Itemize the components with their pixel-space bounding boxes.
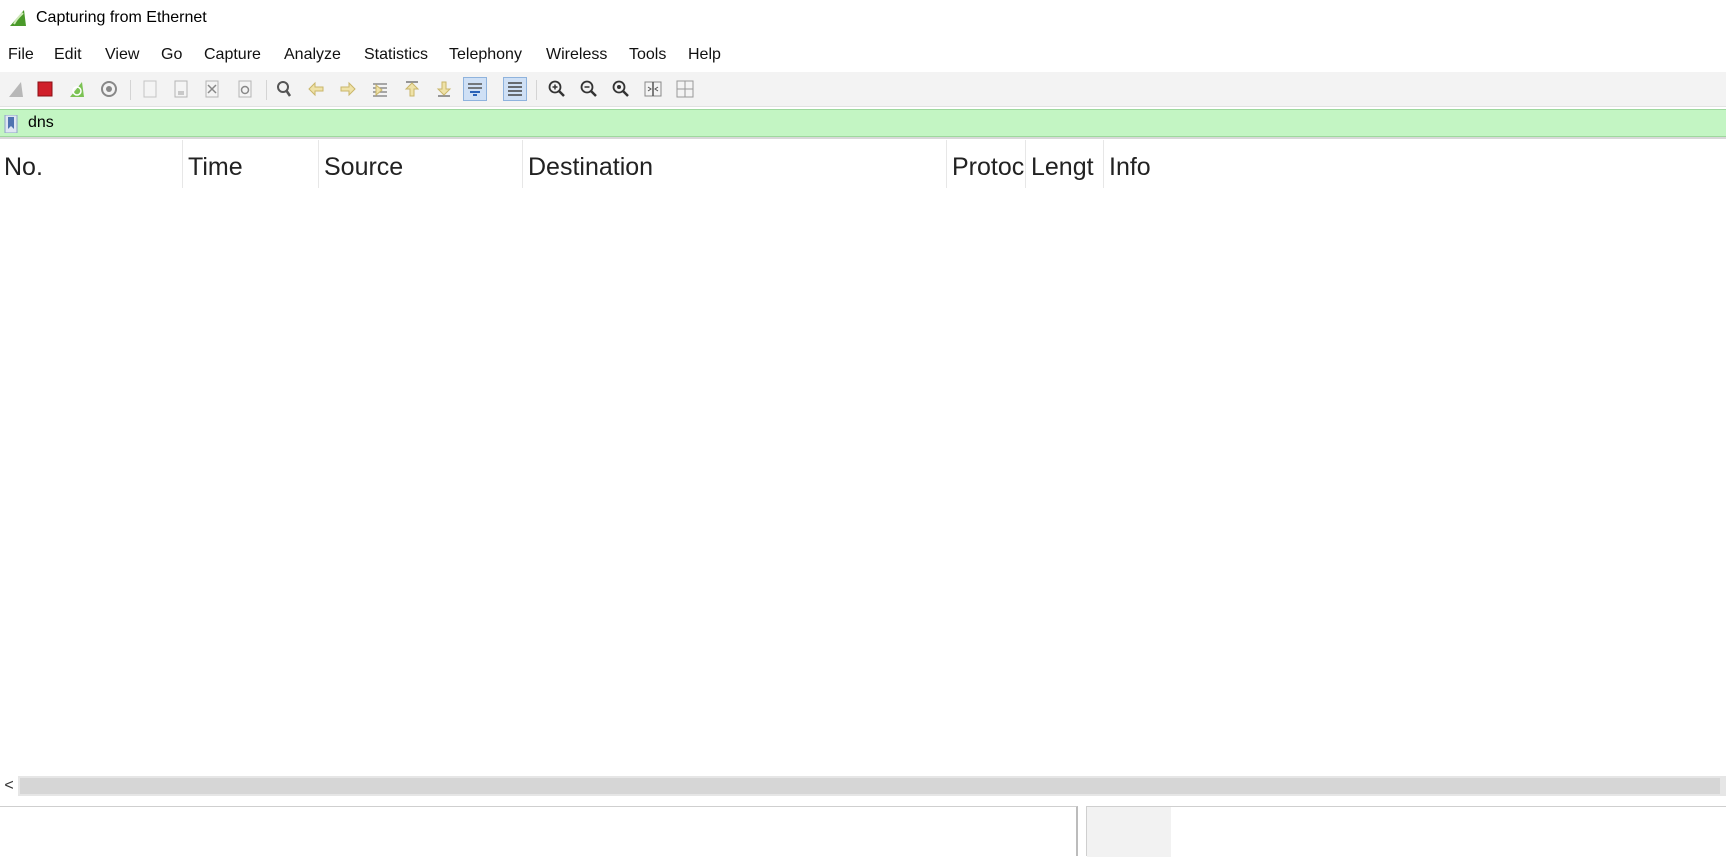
resize-columns-button[interactable] [641,77,665,101]
search-icon [277,81,292,97]
zoom-reset-icon [612,80,629,97]
toolbar-separator [536,80,537,100]
shark-fin-icon [9,82,23,97]
go-forward-button[interactable] [336,77,360,101]
go-to-packet-icon [373,83,387,97]
go-last-packet-button[interactable] [432,77,456,101]
gear-icon [101,81,117,97]
menu-view[interactable]: View [103,46,141,64]
zoom-in-icon [548,80,565,97]
arrow-left-icon [308,81,324,97]
find-packet-button[interactable] [272,77,296,101]
scrollbar-thumb[interactable] [20,778,1720,794]
reload-file-button[interactable] [233,77,257,101]
menu-file[interactable]: File [6,46,36,64]
column-divider[interactable] [1025,140,1026,188]
column-header-length[interactable]: Lengt [1027,150,1103,188]
go-back-button[interactable] [304,77,328,101]
packet-details-pane[interactable] [0,806,1078,856]
menu-statistics[interactable]: Statistics [362,46,430,64]
colorize-lines-icon [508,82,522,96]
column-divider[interactable] [522,140,523,188]
close-file-button[interactable] [200,77,224,101]
column-divider[interactable] [318,140,319,188]
auto-scroll-button[interactable] [463,77,487,101]
display-filter-input[interactable] [28,114,1708,132]
chevron-left-icon: < [4,777,14,794]
menu-wireless[interactable]: Wireless [544,46,609,64]
go-first-packet-button[interactable] [400,77,424,101]
packet-list[interactable]: No. Time Source Destination Protoc Lengt… [0,140,1726,775]
arrow-right-icon [340,81,356,97]
save-file-button[interactable] [169,77,193,101]
stop-square-icon [37,81,53,97]
layout-button[interactable] [673,77,697,101]
filter-divider [0,137,1726,139]
packet-bytes-pane[interactable] [1086,806,1726,857]
column-header-time[interactable]: Time [184,150,317,188]
wireshark-fin-icon [10,10,26,26]
main-toolbar [0,72,1726,107]
menu-tools[interactable]: Tools [627,46,668,64]
column-header-destination[interactable]: Destination [524,150,944,188]
column-header-source[interactable]: Source [320,150,522,188]
start-capture-button[interactable] [4,77,28,101]
menu-capture[interactable]: Capture [202,46,263,64]
zoom-out-button[interactable] [577,77,601,101]
menu-edit[interactable]: Edit [52,46,84,64]
toolbar-separator [130,80,131,100]
column-header-protocol[interactable]: Protoc [948,150,1025,188]
bytes-offset-gutter [1087,807,1171,857]
column-header-no[interactable]: No. [0,150,182,188]
zoom-in-button[interactable] [545,77,569,101]
arrow-up-icon [404,81,420,97]
bookmark-icon[interactable] [4,115,18,133]
menu-go[interactable]: Go [159,46,184,64]
display-filter-bar [0,109,1726,137]
column-divider[interactable] [182,140,183,188]
auto-scroll-icon [468,83,482,96]
menu-bar: File Edit View Go Capture Analyze Statis… [0,40,1726,70]
close-file-icon [205,80,219,98]
column-divider[interactable] [1103,140,1104,188]
colorize-button[interactable] [503,77,527,101]
column-divider[interactable] [946,140,947,188]
save-file-icon [174,80,188,98]
normal-size-button[interactable] [609,77,633,101]
menu-telephony[interactable]: Telephony [447,46,524,64]
file-icon [143,80,157,98]
restart-capture-button[interactable] [65,77,89,101]
arrow-down-icon [436,81,452,97]
resize-columns-icon [644,81,662,97]
capture-options-button[interactable] [97,77,121,101]
reload-icon [238,80,252,98]
menu-analyze[interactable]: Analyze [282,46,343,64]
restart-fin-icon [70,82,84,97]
horizontal-scrollbar[interactable]: < [0,776,1726,796]
menu-help[interactable]: Help [686,46,723,64]
stop-capture-button[interactable] [33,77,57,101]
go-to-packet-button[interactable] [368,77,392,101]
scroll-left-button[interactable]: < [0,776,18,796]
window-title: Capturing from Ethernet [36,9,207,26]
title-bar: Capturing from Ethernet [0,0,1726,36]
zoom-out-icon [580,80,597,97]
toolbar-separator [266,80,267,100]
open-file-button[interactable] [138,77,162,101]
grid-icon [676,80,694,98]
column-header-info[interactable]: Info [1105,150,1405,188]
